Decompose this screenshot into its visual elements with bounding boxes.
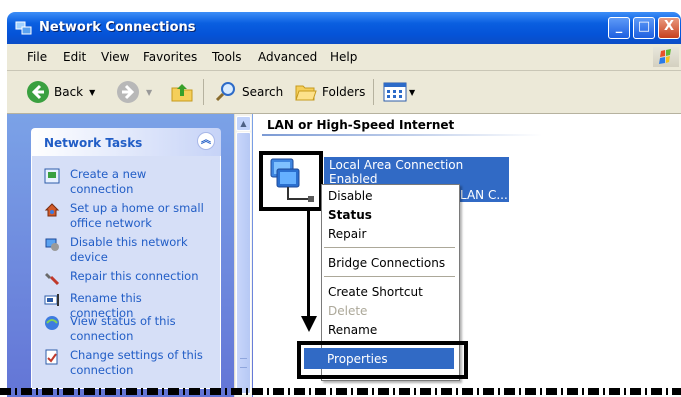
folders-icon — [295, 85, 317, 101]
menu-item-status[interactable]: Status — [328, 208, 372, 222]
menu-edit[interactable]: Edit — [63, 50, 86, 64]
menu-separator — [324, 247, 455, 248]
task-pane: Network Tasks ︽ Create a new connection … — [7, 114, 253, 397]
views-icon — [383, 82, 407, 102]
task-label: Create a new connection — [70, 167, 147, 196]
collapse-chevron-icon[interactable]: ︽ — [197, 132, 215, 150]
network-connection-icon — [270, 158, 314, 202]
window-title: Network Connections — [39, 20, 196, 35]
task-view-status[interactable]: View status of this connection — [44, 314, 205, 344]
torn-edge — [0, 388, 681, 395]
network-tasks-header[interactable]: Network Tasks ︽ — [31, 128, 221, 156]
folders-label: Folders — [322, 85, 366, 99]
menu-separator — [324, 276, 455, 277]
back-dropdown-icon[interactable]: ▼ — [89, 88, 95, 97]
maximize-icon: □ — [637, 19, 651, 34]
scroll-up-arrow-icon[interactable]: ▲ — [236, 116, 251, 131]
toolbar-separator — [373, 79, 374, 105]
task-label: Disable this network device — [70, 235, 188, 264]
menu-item-delete: Delete — [328, 304, 368, 318]
group-divider — [262, 134, 542, 136]
close-icon: X — [663, 19, 675, 34]
forward-arrow-icon — [117, 81, 139, 103]
group-header: LAN or High-Speed Internet — [267, 118, 455, 132]
views-button[interactable]: ▼ — [383, 80, 415, 104]
task-disable-device[interactable]: Disable this network device — [44, 235, 205, 265]
windows-logo-icon — [653, 47, 679, 67]
task-repair-connection[interactable]: Repair this connection — [44, 269, 205, 286]
task-label: Set up a home or small office network — [70, 201, 204, 230]
home-network-icon — [44, 203, 60, 217]
callout-arrow-head-icon — [301, 316, 317, 332]
task-label: View status of this connection — [70, 314, 176, 343]
menu-help[interactable]: Help — [330, 50, 357, 64]
up-folder-button[interactable] — [170, 80, 194, 104]
repair-icon — [45, 273, 60, 286]
task-change-settings[interactable]: Change settings of this connection — [44, 348, 205, 378]
task-home-network[interactable]: Set up a home or small office network — [44, 201, 205, 231]
task-label: Change settings of this connection — [70, 348, 203, 377]
menu-view[interactable]: View — [101, 50, 129, 64]
minimize-button[interactable]: _ — [608, 17, 630, 39]
back-arrow-icon — [27, 81, 49, 103]
close-button[interactable]: X — [658, 17, 680, 39]
search-label: Search — [242, 85, 284, 99]
menu-favorites[interactable]: Favorites — [143, 50, 197, 64]
menu-item-repair[interactable]: Repair — [328, 227, 366, 241]
network-tasks-title: Network Tasks — [44, 136, 143, 150]
callout-arrow-line — [307, 210, 310, 318]
task-pane-scrollbar[interactable]: ▲ — [234, 114, 252, 397]
menu-tools[interactable]: Tools — [212, 50, 242, 64]
toolbar-separator — [203, 79, 204, 105]
back-button[interactable]: Back ▼ — [26, 80, 95, 104]
forward-dropdown-icon[interactable]: ▼ — [146, 88, 152, 97]
task-label: Repair this connection — [70, 269, 199, 283]
menu-bar: File Edit View Favorites Tools Advanced … — [7, 44, 681, 71]
network-tasks-list: Create a new connection Set up a home or… — [31, 156, 221, 389]
views-dropdown-icon[interactable]: ▼ — [409, 88, 415, 97]
back-label: Back — [54, 85, 84, 99]
menu-item-disable[interactable]: Disable — [328, 189, 373, 203]
forward-button[interactable]: ▼ — [116, 80, 152, 104]
minimize-icon: _ — [615, 19, 623, 34]
status-icon — [45, 316, 59, 330]
toolbar: Back ▼ ▼ Search Folders ▼ — [7, 71, 681, 114]
connection-type: LAN C... — [460, 188, 508, 202]
search-icon — [215, 82, 235, 102]
connection-icon-callout[interactable] — [259, 151, 323, 211]
new-connection-icon — [44, 168, 60, 184]
menu-item-create-shortcut[interactable]: Create Shortcut — [328, 285, 423, 299]
network-tasks-panel: Network Tasks ︽ Create a new connection … — [31, 128, 221, 390]
search-button[interactable]: Search — [214, 80, 283, 104]
task-create-connection[interactable]: Create a new connection — [44, 167, 205, 197]
rename-icon — [44, 294, 59, 306]
folders-button[interactable]: Folders — [294, 80, 365, 104]
menu-item-rename[interactable]: Rename — [328, 323, 377, 337]
up-folder-icon — [171, 84, 193, 102]
network-connections-icon — [15, 21, 32, 35]
grip-icon — [240, 358, 247, 368]
menu-file[interactable]: File — [27, 50, 47, 64]
properties-callout-box — [297, 341, 468, 379]
menu-item-bridge-connections[interactable]: Bridge Connections — [328, 256, 445, 270]
maximize-button[interactable]: □ — [633, 17, 655, 39]
menu-advanced[interactable]: Advanced — [258, 50, 317, 64]
settings-icon — [45, 349, 58, 365]
title-bar[interactable]: Network Connections _ □ X — [7, 12, 681, 44]
disable-network-icon — [45, 238, 59, 251]
scroll-thumb[interactable] — [236, 132, 251, 394]
connection-name: Local Area Connection — [329, 158, 464, 172]
